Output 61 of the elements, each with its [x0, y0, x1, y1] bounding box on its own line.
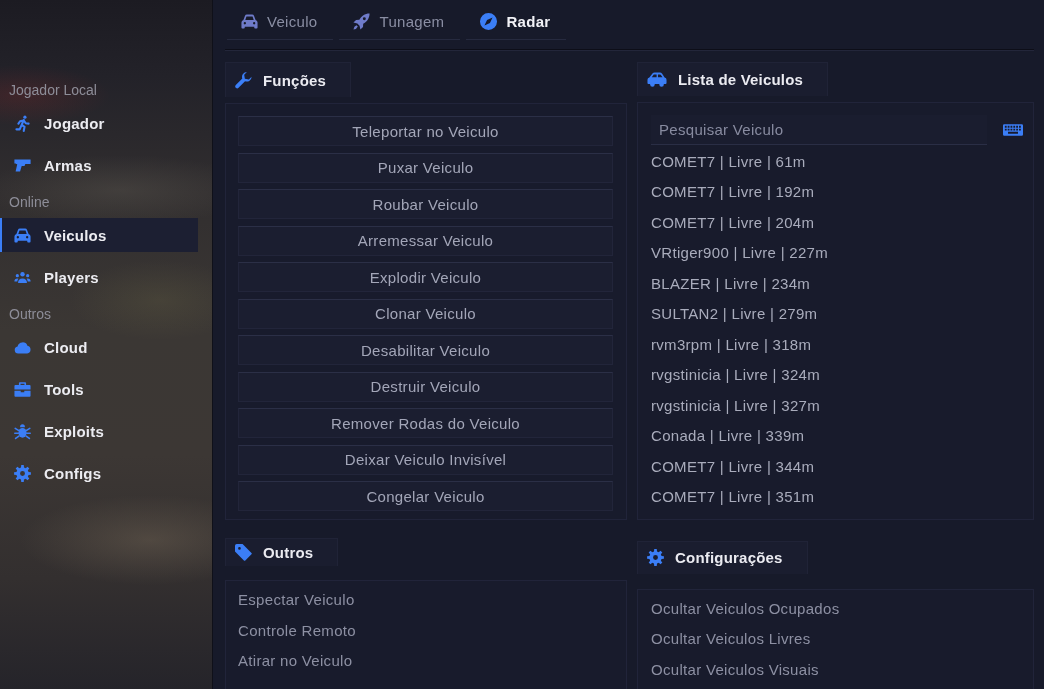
panel-title: Lista de Veiculos	[678, 70, 804, 88]
action-button[interactable]: Arremessar Veiculo	[238, 225, 613, 256]
car-icon	[14, 226, 31, 244]
setting-option[interactable]: Ocultar Veiculos Ocupados	[651, 593, 840, 624]
vehicle-list-item[interactable]: Conada | Livre | 339m	[651, 421, 805, 452]
vehicle-list-item[interactable]: SULTAN2 | Livre | 279m	[651, 299, 818, 330]
pistol-icon	[14, 156, 31, 174]
sidebar-item[interactable]: Armas	[0, 148, 198, 182]
action-button[interactable]: Teleportar no Veiculo	[238, 116, 613, 146]
sidebar-item[interactable]: Exploits	[0, 414, 198, 448]
sidebar-item[interactable]: Jogador	[0, 106, 198, 140]
toolbox-icon	[14, 380, 31, 398]
panel-title: Outros	[263, 544, 314, 561]
rocket-icon	[353, 13, 371, 30]
sidebar-item[interactable]: Tools	[0, 372, 198, 406]
action-button[interactable]: Deixar Veiculo Invisível	[238, 444, 613, 475]
car-icon	[241, 13, 258, 30]
vehicle-list-item[interactable]: COMET7 | Livre | 204m	[651, 207, 815, 239]
action-button[interactable]: Roubar Veiculo	[238, 189, 613, 219]
action-button[interactable]: Clonar Veiculo	[238, 298, 613, 329]
option-item[interactable]: Controle Remoto	[238, 615, 356, 646]
car-icon	[647, 71, 667, 87]
tab[interactable]: Radar	[466, 4, 567, 40]
sidebar-item[interactable]: Cloud	[0, 330, 198, 364]
option-item[interactable]: Atirar no Veiculo	[238, 646, 353, 677]
option-item[interactable]: Espectar Veiculo	[238, 585, 355, 616]
vehicle-list-item[interactable]: rvgstinicia | Livre | 327m	[651, 390, 820, 422]
action-button[interactable]: Remover Rodas do Veiculo	[238, 408, 613, 438]
vehicle-list-item[interactable]: rvm3rpm | Livre | 318m	[651, 329, 812, 361]
bug-icon	[14, 422, 31, 440]
action-button[interactable]: Congelar Veiculo	[238, 481, 613, 511]
action-button[interactable]: Puxar Veiculo	[238, 152, 613, 183]
panel-title: Funções	[263, 71, 327, 89]
sidebar-section-label: Jogador Local	[8, 81, 97, 100]
keyboard-icon[interactable]	[1003, 123, 1023, 136]
tag-icon	[235, 544, 252, 561]
setting-option[interactable]: Ocultar Veiculos Livres	[651, 624, 811, 655]
setting-option[interactable]: Ocultar Veiculos Visuais	[651, 654, 819, 685]
running-person-icon	[14, 114, 31, 132]
vehicle-list-item[interactable]: VRtiger900 | Livre | 227m	[651, 238, 829, 269]
vehicle-list-item[interactable]: COMET7 | Livre | 344m	[651, 451, 815, 483]
tab[interactable]: Veiculo	[227, 4, 334, 40]
wrench-icon	[235, 71, 252, 89]
action-button[interactable]: Destruir Veiculo	[238, 371, 613, 402]
sidebar-section-label: Online	[8, 193, 50, 212]
vehicle-list-item[interactable]: COMET7 | Livre | 192m	[651, 177, 815, 208]
sidebar-item[interactable]: Veiculos	[0, 218, 198, 252]
sidebar-item[interactable]: Configs	[0, 456, 198, 490]
vehicle-list-item[interactable]: COMET7 | Livre | 61m	[651, 146, 806, 178]
compass-icon	[480, 13, 498, 30]
vehicle-list-item[interactable]: COMET7 | Livre | 351m	[651, 482, 815, 513]
sidebar-item[interactable]: Players	[0, 260, 198, 294]
action-button[interactable]: Explodir Veiculo	[238, 262, 613, 292]
panel-title: Configurações	[675, 549, 783, 567]
gear-icon	[14, 464, 31, 482]
vehicle-list-item[interactable]: rvgstinicia | Livre | 324m	[651, 360, 820, 391]
action-button[interactable]: Desabilitar Veiculo	[238, 335, 613, 365]
gear-icon	[647, 549, 664, 567]
tab[interactable]: Tunagem	[339, 4, 461, 40]
sidebar-section-label: Outros	[8, 305, 51, 324]
vehicle-list-item[interactable]: BLAZER | Livre | 234m	[651, 268, 811, 300]
